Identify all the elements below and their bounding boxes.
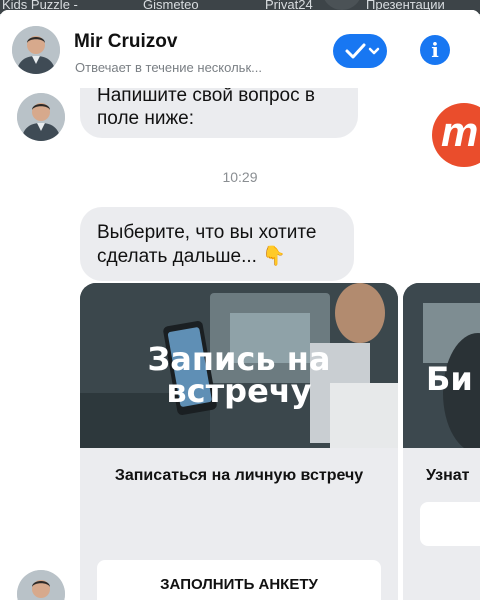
card-image-caption: Запись на встречу — [80, 343, 398, 407]
message-bubble: Выберите, что вы хотите сделать дальше..… — [80, 207, 354, 281]
message-line: сделать дальше... 👇 — [97, 246, 286, 267]
message-avatar — [17, 570, 65, 600]
card-button[interactable] — [420, 502, 480, 546]
contact-name[interactable]: Mir Cruizov — [74, 31, 177, 53]
carousel-card[interactable]: Би Узнат — [403, 283, 480, 600]
card-image-caption: Би — [426, 360, 473, 398]
chat-header: Mir Cruizov Отвечает в течение нескольк.… — [0, 10, 480, 88]
fill-form-button[interactable]: ЗАПОЛНИТЬ АНКЕТУ — [97, 560, 381, 600]
carousel-card[interactable]: Запись на встречу Записаться на личную в… — [80, 283, 398, 600]
caption-line: Запись на — [147, 340, 331, 378]
check-button[interactable] — [333, 34, 387, 68]
person-avatar-icon — [17, 570, 65, 600]
card-image: Би — [403, 283, 480, 448]
info-button[interactable]: i — [420, 35, 450, 65]
message-line: поле ниже: — [97, 108, 195, 129]
background-circle — [322, 0, 362, 10]
message-line: Выберите, что вы хотите — [97, 222, 317, 243]
caption-line: встречу — [166, 372, 312, 410]
card-title: Записаться на личную встречу — [114, 467, 364, 484]
chat-sheet: Mir Cruizov Отвечает в течение нескольк.… — [0, 10, 480, 600]
card-title: Узнат — [426, 467, 470, 484]
card-image: Запись на встречу — [80, 283, 398, 448]
contact-avatar[interactable] — [12, 26, 60, 74]
person-avatar-icon — [17, 93, 65, 141]
message-timestamp: 10:29 — [222, 169, 258, 185]
person-avatar-icon — [12, 26, 60, 74]
brand-logo-icon: m — [432, 103, 480, 167]
contact-status: Отвечает в течение нескольк... — [75, 60, 262, 75]
message-avatar — [17, 93, 65, 141]
check-chevron-icon — [345, 43, 380, 59]
